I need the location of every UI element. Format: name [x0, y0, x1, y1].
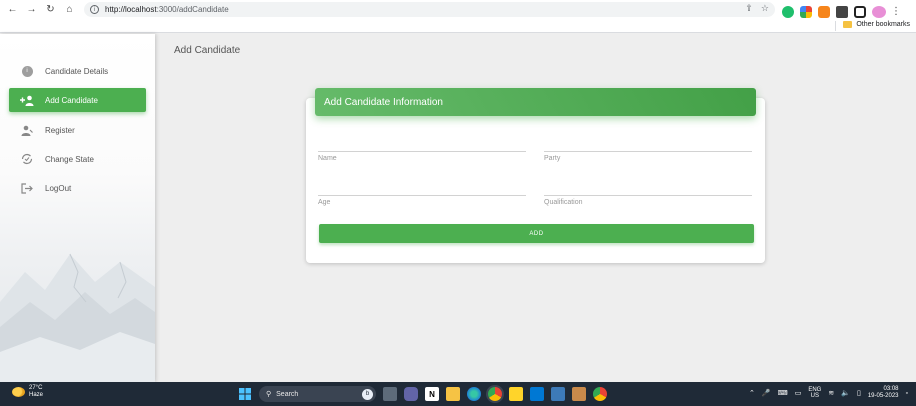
display-icon[interactable]: ▭ — [795, 389, 802, 397]
sidebar-item-label: Register — [45, 125, 75, 135]
site-info-icon[interactable]: i — [90, 5, 99, 14]
age-label: Age — [318, 199, 331, 206]
reload-icon[interactable]: ↻ — [41, 0, 60, 19]
weather-condition: Haze — [29, 392, 44, 398]
sidebar-item-register[interactable]: Register — [9, 118, 146, 142]
add-candidate-card: Add Candidate Information Name Party Age… — [306, 88, 765, 263]
haze-weather-icon — [12, 387, 25, 397]
page: i Candidate Details Add Candidate Regist… — [0, 34, 916, 382]
notification-icon[interactable]: ▫ — [906, 390, 908, 397]
logout-icon — [20, 182, 34, 194]
color-extension-icon[interactable] — [800, 5, 812, 18]
show-hidden-icons-icon[interactable]: ⌃ — [749, 389, 755, 397]
language-indicator[interactable]: ENG US — [808, 387, 821, 399]
file-explorer-icon[interactable] — [446, 387, 460, 401]
sticky-notes-icon[interactable] — [509, 387, 523, 401]
grammarly-extension-icon[interactable] — [782, 5, 794, 18]
sidebar-item-label: LogOut — [45, 183, 72, 193]
info-icon: i — [20, 65, 34, 77]
region-code: US — [810, 393, 820, 399]
battery-icon[interactable]: ▯ — [857, 389, 861, 397]
name-input[interactable] — [318, 132, 526, 152]
chrome-icon[interactable] — [488, 387, 502, 401]
extensions-puzzle-icon[interactable] — [836, 5, 848, 18]
keyboard-icon[interactable]: ⌨ — [778, 389, 788, 397]
microphone-icon[interactable]: 🎤 — [762, 389, 771, 397]
vscode-icon[interactable] — [530, 387, 544, 401]
change-state-icon — [20, 153, 34, 165]
url-path: :3000/addCandidate — [156, 5, 229, 14]
age-input[interactable] — [318, 176, 526, 196]
system-tray: ⌃ 🎤 ⌨ ▭ ENG US ≋ 🔈 ▯ 03:08 19-05-2023 ▫ — [749, 386, 908, 400]
sidebar-item-add-candidate[interactable]: Add Candidate — [9, 88, 146, 112]
folder-icon — [843, 21, 853, 28]
volume-icon[interactable]: 🔈 — [841, 389, 850, 397]
clock[interactable]: 03:08 19-05-2023 — [868, 386, 899, 400]
sidebar: i Candidate Details Add Candidate Regist… — [0, 34, 155, 382]
taskbar-apps: ⚲ Search b N — [238, 386, 607, 402]
wifi-icon[interactable]: ≋ — [828, 389, 834, 397]
package-icon[interactable] — [572, 387, 586, 401]
sidebar-item-label: Candidate Details — [45, 66, 109, 76]
clock-time: 03:08 — [883, 386, 899, 392]
profile-avatar-icon[interactable] — [872, 5, 886, 18]
qualification-input[interactable] — [544, 176, 752, 196]
sidebar-item-label: Change State — [45, 154, 94, 164]
metamask-extension-icon[interactable] — [818, 5, 830, 18]
teams-chat-icon[interactable] — [404, 387, 418, 401]
url-host: http://localhost — [105, 5, 157, 14]
home-icon[interactable]: ⌂ — [60, 0, 79, 19]
browser-toolbar: ← → ↻ ⌂ i http://localhost:3000/addCandi… — [0, 0, 916, 19]
other-bookmarks-label: Other bookmarks — [856, 21, 910, 28]
page-title: Add Candidate — [174, 45, 241, 56]
address-bar[interactable]: i http://localhost:3000/addCandidate ⇪ ☆ — [84, 2, 775, 17]
add-button[interactable]: ADD — [319, 224, 754, 243]
notion-icon[interactable]: N — [425, 387, 439, 401]
windows-start-icon[interactable] — [238, 387, 252, 401]
bookmarks-bar: Other bookmarks — [0, 19, 916, 33]
back-icon[interactable]: ← — [3, 0, 22, 19]
star-icon[interactable]: ☆ — [761, 3, 769, 14]
task-view-icon[interactable] — [383, 387, 397, 401]
snipping-tool-icon[interactable] — [551, 387, 565, 401]
sidebar-item-candidate-details[interactable]: i Candidate Details — [9, 59, 146, 83]
windows-taskbar: 27°C Haze ⚲ Search b N ⌃ 🎤 ⌨ ▭ ENG US ≋ … — [0, 382, 916, 406]
sidebar-background-image — [0, 253, 155, 382]
weather-temp: 27°C — [29, 385, 43, 391]
sidebar-item-logout[interactable]: LogOut — [9, 176, 146, 200]
edge-icon[interactable] — [467, 387, 481, 401]
taskbar-search[interactable]: ⚲ Search b — [259, 386, 376, 402]
sidebar-item-change-state[interactable]: Change State — [9, 147, 146, 171]
party-input[interactable] — [544, 132, 752, 152]
chrome-profile-icon[interactable] — [593, 387, 607, 401]
weather-widget[interactable]: 27°C Haze — [12, 385, 43, 399]
qualification-label: Qualification — [544, 199, 583, 206]
add-person-icon — [20, 94, 34, 106]
side-panel-icon[interactable] — [854, 5, 866, 18]
clock-date: 19-05-2023 — [867, 393, 899, 399]
other-bookmarks[interactable]: Other bookmarks — [843, 21, 910, 28]
bing-icon: b — [362, 388, 373, 400]
register-person-icon — [20, 124, 34, 136]
name-label: Name — [318, 155, 337, 162]
forward-icon[interactable]: → — [22, 0, 41, 19]
party-label: Party — [544, 155, 561, 162]
bookmarks-divider — [835, 21, 836, 31]
search-icon: ⚲ — [266, 391, 272, 398]
sidebar-item-label: Add Candidate — [45, 95, 98, 105]
share-icon[interactable]: ⇪ — [745, 3, 753, 14]
card-header: Add Candidate Information — [315, 88, 756, 116]
search-label: Search — [276, 390, 299, 398]
